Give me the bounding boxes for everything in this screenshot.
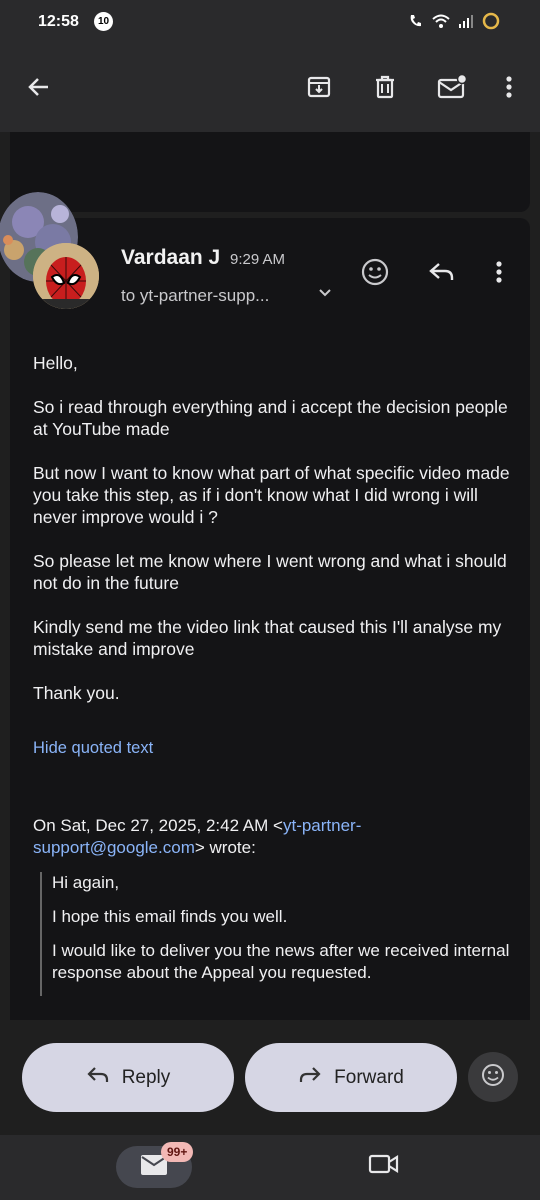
notification-count-badge: 10	[94, 12, 113, 31]
sender-name[interactable]: Vardaan J	[121, 246, 220, 270]
emoji-reaction-icon[interactable]	[357, 254, 393, 290]
status-bar: 12:58 10	[0, 0, 540, 44]
message-body: Hello, So i read through everything and …	[33, 352, 513, 726]
message-more-icon[interactable]	[484, 254, 514, 290]
quote-header-prefix: On Sat, Dec 27, 2025, 2:42 AM <	[33, 816, 283, 835]
reply-label: Reply	[121, 1066, 171, 1088]
sender-avatar[interactable]	[33, 243, 99, 309]
body-paragraph: But now I want to know what part of what…	[33, 463, 510, 527]
wifi-icon	[432, 13, 450, 29]
bottom-navigation	[0, 1135, 540, 1200]
trash-icon[interactable]	[366, 68, 404, 106]
message-time: 9:29 AM	[230, 251, 286, 268]
reply-icon[interactable]	[423, 254, 459, 290]
emoji-react-button[interactable]	[468, 1052, 518, 1102]
quoted-paragraph: I would like to deliver you the news aft…	[52, 941, 510, 982]
quote-header-suffix: > wrote:	[194, 838, 256, 857]
body-paragraph: So i read through everything and i accep…	[33, 397, 508, 439]
quoted-paragraph: Hi again,	[52, 873, 120, 892]
previous-message-card[interactable]	[10, 132, 530, 212]
body-paragraph: Thank you.	[33, 683, 120, 703]
reply-arrow-icon	[86, 1065, 110, 1091]
forward-arrow-icon	[298, 1065, 322, 1091]
forward-label: Forward	[334, 1066, 404, 1088]
unread-count-badge: 99+	[161, 1142, 194, 1162]
video-camera-icon[interactable]	[368, 1152, 400, 1181]
reply-button[interactable]: Reply	[22, 1043, 234, 1112]
battery-icon	[482, 12, 500, 30]
body-paragraph: So please let me know where I went wrong…	[33, 551, 507, 593]
chevron-down-icon[interactable]	[316, 284, 334, 307]
quoted-paragraph: I hope this email finds you well.	[52, 907, 288, 926]
body-paragraph: Kindly send me the video link that cause…	[33, 617, 502, 659]
arrow-left-icon[interactable]	[20, 68, 58, 106]
recipient-line[interactable]: to yt-partner-supp...	[121, 286, 269, 306]
hide-quoted-text-link[interactable]: Hide quoted text	[33, 739, 153, 758]
signal-icon	[458, 14, 474, 28]
quote-header: On Sat, Dec 27, 2025, 2:42 AM <yt-partne…	[33, 815, 503, 859]
message-toolbar	[0, 44, 540, 132]
smiley-icon	[480, 1062, 506, 1093]
forward-button[interactable]: Forward	[245, 1043, 457, 1112]
mail-unread-icon[interactable]	[432, 68, 472, 106]
body-paragraph: Hello,	[33, 353, 78, 373]
status-icons	[408, 12, 500, 30]
archive-icon[interactable]	[300, 68, 338, 106]
more-vert-icon[interactable]	[494, 68, 524, 106]
status-time: 12:58	[38, 13, 79, 30]
wifi-call-icon	[408, 13, 424, 29]
quoted-message: Hi again, I hope this email finds you we…	[40, 872, 522, 996]
